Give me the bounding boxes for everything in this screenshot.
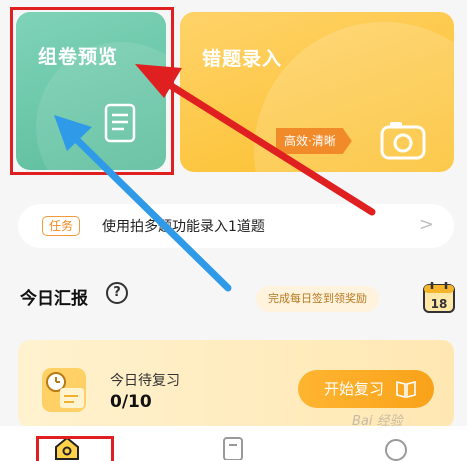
camera-icon [380,122,426,160]
wrong-question-entry-card[interactable]: 错题录入 高效·清晰 [180,12,454,172]
calendar-day: 18 [431,297,448,311]
signin-reward-pill[interactable]: 完成每日签到领奖励 [256,286,379,312]
book-icon [396,380,416,398]
review-clock-icon [42,368,86,412]
task-bar[interactable]: 任务 使用拍多题功能录入1道题 > [18,204,454,248]
daily-report-title: 今日汇报 [20,289,88,309]
task-tag: 任务 [42,216,81,236]
help-icon[interactable]: ? [106,282,128,304]
annotation-box-preview [10,7,174,175]
review-label: 今日待复习 [110,373,180,389]
start-review-label: 开始复习 [324,380,385,398]
start-review-button[interactable]: 开始复习 [298,370,434,408]
annotation-box-home [36,436,114,461]
watermark: Bai 经验 [352,414,403,429]
chevron-right-icon: > [418,214,434,235]
efficiency-badge: 高效·清晰 [276,128,352,154]
task-text: 使用拍多题功能录入1道题 [102,219,265,235]
calendar-icon[interactable]: 18 [422,280,456,314]
profile-icon[interactable] [384,438,408,461]
review-count: 0/10 [110,392,152,412]
notebook-icon[interactable] [222,436,244,460]
wrong-question-entry-title: 错题录入 [202,48,283,70]
